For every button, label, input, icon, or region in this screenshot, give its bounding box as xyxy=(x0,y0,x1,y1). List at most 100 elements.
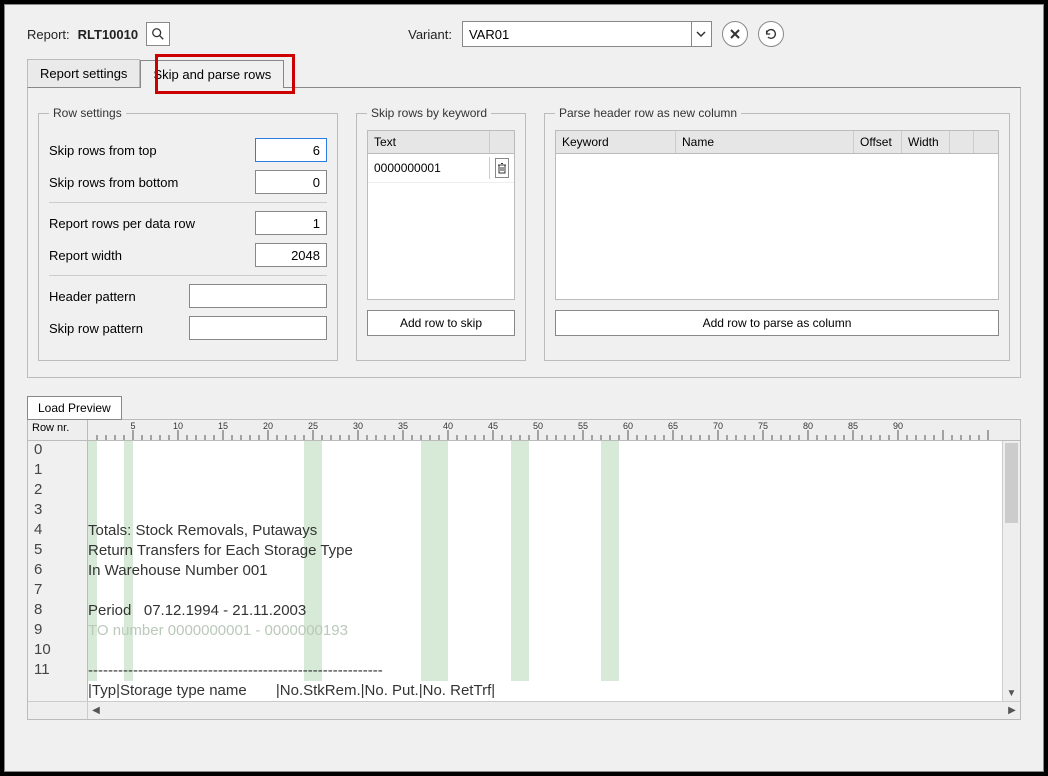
rownr-cell: 2 xyxy=(28,481,87,501)
rownr-cell: 7 xyxy=(28,581,87,601)
report-value: RLT10010 xyxy=(78,27,138,42)
preview-line: Return Transfers for Each Storage Type xyxy=(88,541,1002,561)
rownr-cell: 3 xyxy=(28,501,87,521)
rownr-cell: 5 xyxy=(28,541,87,561)
rows-per-data-label: Report rows per data row xyxy=(49,216,195,231)
report-width-label: Report width xyxy=(49,248,122,263)
svg-text:20: 20 xyxy=(263,421,273,431)
scroll-left-icon[interactable]: ◀ xyxy=(88,705,104,716)
parse-col-extra1 xyxy=(950,131,974,153)
preview-line: ----------------------------------------… xyxy=(88,661,1002,681)
rownr-cell: 8 xyxy=(28,601,87,621)
horizontal-scrollbar[interactable]: ◀ ▶ xyxy=(28,701,1020,719)
rownr-cell: 10 xyxy=(28,641,87,661)
load-preview-button[interactable]: Load Preview xyxy=(27,396,122,420)
parse-col-offset: Offset xyxy=(854,131,902,153)
scroll-right-icon[interactable]: ▶ xyxy=(1004,705,1020,716)
skip-pattern-label: Skip row pattern xyxy=(49,321,143,336)
skip-rows-group: Skip rows by keyword Text 0000000001 Add… xyxy=(356,106,526,361)
vertical-scrollbar[interactable]: ▲ ▼ xyxy=(1002,441,1020,701)
preview-content-area[interactable]: Totals: Stock Removals, PutawaysReturn T… xyxy=(88,441,1002,701)
skip-row: 0000000001 xyxy=(368,154,514,183)
rownr-cell: 4 xyxy=(28,521,87,541)
parse-header-table: Keyword Name Offset Width xyxy=(555,130,999,300)
parse-header-group: Parse header row as new column Keyword N… xyxy=(544,106,1010,361)
header-pattern-label: Header pattern xyxy=(49,289,136,304)
rownr-cell: 9 xyxy=(28,621,87,641)
parse-col-name: Name xyxy=(676,131,854,153)
svg-text:40: 40 xyxy=(443,421,453,431)
preview-line xyxy=(88,641,1002,661)
rownr-cell: 0 xyxy=(28,441,87,461)
rownr-cell: 11 xyxy=(28,661,87,681)
parse-col-keyword: Keyword xyxy=(556,131,676,153)
scroll-down-icon[interactable]: ▼ xyxy=(1003,685,1020,701)
preview-line: Totals: Stock Removals, Putaways xyxy=(88,521,1002,541)
tab-skip-parse-rows[interactable]: Skip and parse rows xyxy=(140,60,284,88)
variant-combo[interactable] xyxy=(462,21,712,47)
preview-line: Period 07.12.1994 - 21.11.2003 xyxy=(88,601,1002,621)
svg-text:50: 50 xyxy=(533,421,543,431)
skip-top-label: Skip rows from top xyxy=(49,143,157,158)
svg-text:25: 25 xyxy=(308,421,318,431)
add-row-to-skip-button[interactable]: Add row to skip xyxy=(367,310,515,336)
preview-panel: Row nr. 51015202530354045505560657075808… xyxy=(27,419,1021,720)
svg-text:15: 15 xyxy=(218,421,228,431)
delete-skip-row-button[interactable] xyxy=(495,158,509,178)
svg-text:70: 70 xyxy=(713,421,723,431)
add-row-to-parse-button[interactable]: Add row to parse as column xyxy=(555,310,999,336)
skip-row-text: 0000000001 xyxy=(368,157,490,179)
ruler: 5 10 15 20 25 30 35 40 45 50 55 60 65 70 75 80 85 90 xyxy=(88,420,1020,440)
scroll-thumb[interactable] xyxy=(1005,443,1018,523)
skip-pattern-input[interactable] xyxy=(189,316,327,340)
svg-text:45: 45 xyxy=(488,421,498,431)
report-width-input[interactable] xyxy=(255,243,327,267)
tab-report-settings[interactable]: Report settings xyxy=(27,59,140,87)
trash-icon xyxy=(496,162,508,174)
preview-line xyxy=(88,581,1002,601)
parse-col-extra2 xyxy=(974,131,998,153)
preview-line: In Warehouse Number 001 xyxy=(88,561,1002,581)
parse-col-width: Width xyxy=(902,131,950,153)
svg-text:10: 10 xyxy=(173,421,183,431)
search-icon xyxy=(151,27,165,41)
report-search-button[interactable] xyxy=(146,22,170,46)
svg-text:65: 65 xyxy=(668,421,678,431)
svg-text:75: 75 xyxy=(758,421,768,431)
rownr-header: Row nr. xyxy=(28,420,88,440)
row-settings-group: Row settings Skip rows from top Skip row… xyxy=(38,106,338,361)
svg-text:90: 90 xyxy=(893,421,903,431)
skip-bottom-label: Skip rows from bottom xyxy=(49,175,178,190)
clear-variant-button[interactable] xyxy=(722,21,748,47)
header-pattern-input[interactable] xyxy=(189,284,327,308)
skip-rows-col-actions xyxy=(490,131,514,153)
variant-input[interactable] xyxy=(462,21,692,47)
skip-rows-table: Text 0000000001 xyxy=(367,130,515,300)
rownr-cell: 1 xyxy=(28,461,87,481)
chevron-down-icon xyxy=(696,29,706,39)
rownr-cell: 6 xyxy=(28,561,87,581)
svg-text:80: 80 xyxy=(803,421,813,431)
rows-per-data-input[interactable] xyxy=(255,211,327,235)
skip-bottom-input[interactable] xyxy=(255,170,327,194)
preview-line: |Typ|Storage type name |No.StkRem.|No. P… xyxy=(88,681,1002,701)
refresh-icon xyxy=(764,27,778,41)
clear-icon xyxy=(729,28,741,40)
row-settings-legend: Row settings xyxy=(49,106,126,120)
svg-text:55: 55 xyxy=(578,421,588,431)
skip-rows-legend: Skip rows by keyword xyxy=(367,106,491,120)
report-label: Report: xyxy=(27,27,70,42)
svg-text:60: 60 xyxy=(623,421,633,431)
preview-line: TO number 0000000001 - 0000000193 xyxy=(88,621,1002,641)
skip-rows-col-text: Text xyxy=(368,131,490,153)
svg-text:85: 85 xyxy=(848,421,858,431)
refresh-variant-button[interactable] xyxy=(758,21,784,47)
rownr-column: 01234567891011 xyxy=(28,441,88,701)
variant-dropdown-button[interactable] xyxy=(692,21,712,47)
svg-text:35: 35 xyxy=(398,421,408,431)
variant-label: Variant: xyxy=(408,27,452,42)
svg-text:30: 30 xyxy=(353,421,363,431)
svg-text:5: 5 xyxy=(130,421,135,431)
parse-header-legend: Parse header row as new column xyxy=(555,106,741,120)
skip-top-input[interactable] xyxy=(255,138,327,162)
